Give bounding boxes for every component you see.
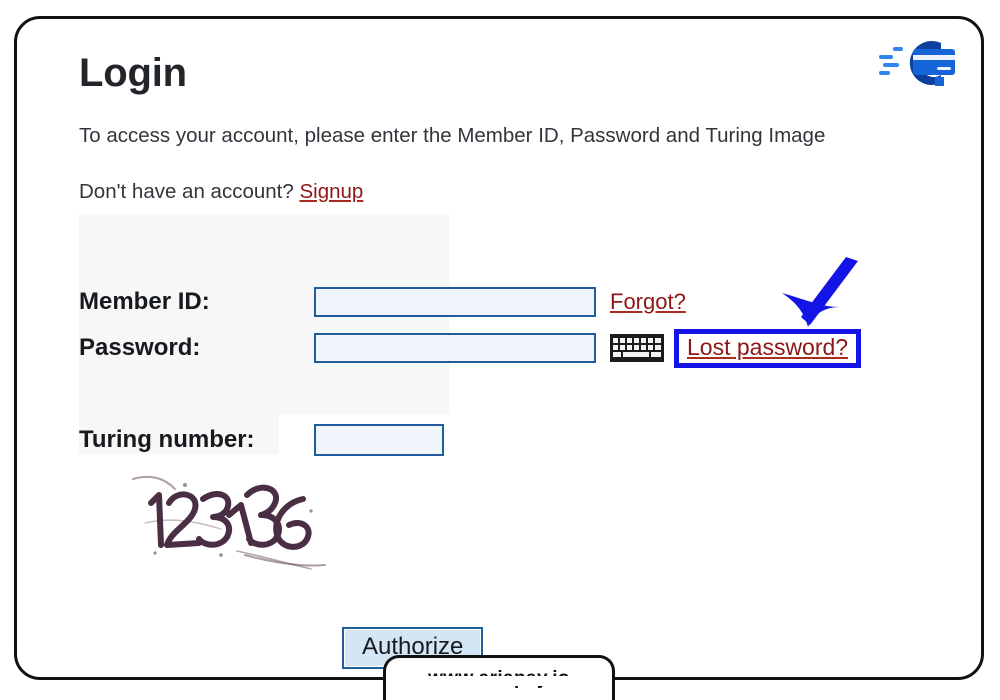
footer-url-tab-mask — [387, 676, 611, 686]
forgot-link[interactable]: Forgot? — [610, 289, 686, 315]
turing-input[interactable] — [314, 424, 444, 456]
password-input[interactable] — [314, 333, 596, 363]
keyboard-icon[interactable] — [610, 334, 664, 362]
signup-prompt-line: Don't have an account? Signup — [79, 180, 909, 204]
member-id-row: Member ID: Forgot? — [79, 281, 909, 323]
page-title: Login — [79, 51, 187, 95]
signup-link[interactable]: Signup — [299, 180, 363, 203]
password-trailing: Lost password? — [610, 328, 862, 368]
lost-password-highlight-box: Lost password? — [674, 328, 862, 368]
captcha-distorted-digits — [125, 459, 335, 579]
signup-prompt-text: Don't have an account? — [79, 179, 294, 203]
login-header-block: Login To access your account, please ent… — [79, 29, 909, 204]
login-form: Member ID: Forgot? Password: Lost passwo… — [79, 281, 909, 373]
lost-password-link[interactable]: Lost password? — [687, 334, 848, 360]
member-id-trailing: Forgot? — [610, 289, 686, 315]
turing-label: Turing number: — [79, 426, 255, 453]
turing-block: Turing number: — [79, 419, 579, 461]
browser-frame: Login To access your account, please ent… — [14, 16, 984, 680]
turing-row: Turing number: — [79, 419, 579, 461]
password-label: Password: — [79, 334, 201, 361]
member-id-input[interactable] — [314, 287, 596, 317]
intro-text: To access your account, please enter the… — [79, 124, 826, 147]
member-id-label: Member ID: — [79, 288, 210, 315]
password-row: Password: Lost password? — [79, 327, 909, 369]
